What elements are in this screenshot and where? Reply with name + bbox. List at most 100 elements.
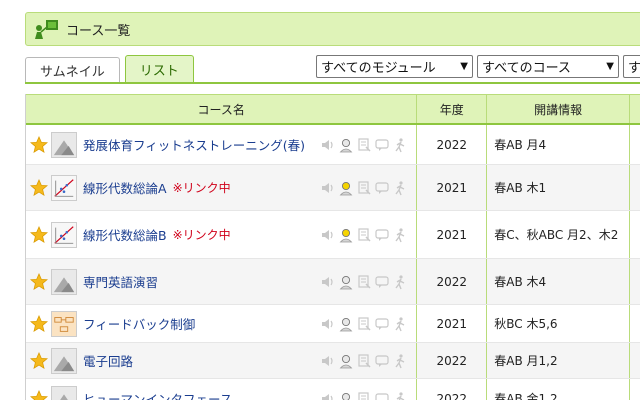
course-name-cell: ヒューマンインタフェース [26, 379, 418, 400]
table-body: 発展体育フィットネストレーニング(春) 2022 春AB 月4 線形代数総論A ※リンク… [26, 125, 640, 400]
course-name-link[interactable]: ヒューマンインタフェース [83, 389, 232, 400]
walking-person-icon[interactable] [392, 137, 408, 153]
walking-person-icon[interactable] [392, 316, 408, 332]
course-thumbnail[interactable] [51, 174, 77, 201]
course-thumbnail[interactable] [51, 385, 77, 400]
extra-cell [630, 259, 640, 304]
course-name-cell: 電子回路 [26, 343, 418, 378]
walking-person-icon[interactable] [392, 180, 408, 196]
favorite-star-icon[interactable] [29, 351, 49, 370]
speaker-icon[interactable] [320, 391, 336, 400]
course-thumbnail[interactable] [51, 268, 77, 295]
column-header-name[interactable]: コース名 [26, 95, 418, 123]
walking-person-icon[interactable] [392, 274, 408, 290]
year-cell: 2021 [417, 211, 488, 258]
chat-icon[interactable] [374, 137, 390, 153]
person-icon[interactable] [338, 180, 354, 196]
favorite-star-icon[interactable] [29, 389, 49, 400]
course-tool-icons [320, 180, 408, 196]
favorite-star-icon[interactable] [29, 272, 49, 291]
person-icon[interactable] [338, 137, 354, 153]
schedule-info-cell: 春AB 木1 [487, 165, 631, 210]
table-row[interactable]: 専門英語演習 2022 春AB 木4 [26, 259, 640, 305]
view-tabs: サムネイル リスト [25, 55, 199, 82]
person-icon[interactable] [338, 227, 354, 243]
tab-underline [25, 82, 640, 84]
year-cell: 2022 [417, 259, 488, 304]
document-edit-icon[interactable] [356, 391, 372, 400]
chat-icon[interactable] [374, 180, 390, 196]
chat-icon[interactable] [374, 391, 390, 400]
course-name-link[interactable]: 専門英語演習 [83, 272, 158, 291]
year-cell: 2022 [417, 379, 488, 400]
walking-person-icon[interactable] [392, 391, 408, 400]
year-cell: 2022 [417, 125, 488, 164]
extra-filter-select[interactable]: す [623, 55, 640, 78]
person-icon[interactable] [338, 391, 354, 400]
course-name-link[interactable]: フィードバック制御 [83, 314, 195, 333]
page-title: コース一覧 [66, 23, 131, 39]
course-list-icon [34, 18, 60, 40]
favorite-star-icon[interactable] [29, 225, 49, 244]
course-table: コース名 年度 開講情報 発展体育フィットネストレーニング(春) 2022 春AB … [25, 94, 640, 400]
person-icon[interactable] [338, 353, 354, 369]
chat-icon[interactable] [374, 316, 390, 332]
document-edit-icon[interactable] [356, 353, 372, 369]
tab-thumbnail[interactable]: サムネイル [25, 57, 120, 82]
course-tool-icons [320, 316, 408, 332]
document-edit-icon[interactable] [356, 316, 372, 332]
table-row[interactable]: ヒューマンインタフェース 2022 春AB 金1,2 [26, 379, 640, 400]
course-thumbnail[interactable] [51, 131, 77, 158]
favorite-star-icon[interactable] [29, 178, 49, 197]
table-row[interactable]: 発展体育フィットネストレーニング(春) 2022 春AB 月4 [26, 125, 640, 165]
schedule-info-cell: 春AB 金1,2 [487, 379, 631, 400]
chat-icon[interactable] [374, 227, 390, 243]
course-thumbnail[interactable] [51, 221, 77, 248]
speaker-icon[interactable] [320, 274, 336, 290]
speaker-icon[interactable] [320, 137, 336, 153]
document-edit-icon[interactable] [356, 180, 372, 196]
extra-cell [630, 125, 640, 164]
speaker-icon[interactable] [320, 227, 336, 243]
schedule-info-cell: 秋BC 木5,6 [487, 305, 631, 342]
course-name-link[interactable]: 発展体育フィットネストレーニング(春) [83, 135, 305, 154]
course-name-cell: フィードバック制御 [26, 305, 418, 342]
tab-list[interactable]: リスト [124, 55, 194, 82]
speaker-icon[interactable] [320, 316, 336, 332]
course-name-link[interactable]: 線形代数総論B [83, 225, 167, 244]
column-header-extra [630, 95, 640, 123]
course-thumbnail[interactable] [51, 347, 77, 374]
document-edit-icon[interactable] [356, 274, 372, 290]
speaker-icon[interactable] [320, 353, 336, 369]
document-edit-icon[interactable] [356, 227, 372, 243]
column-header-year[interactable]: 年度 [417, 95, 488, 123]
course-thumbnail[interactable] [51, 310, 77, 337]
course-filter-value: すべてのコース [482, 61, 571, 76]
course-tool-icons [320, 353, 408, 369]
module-filter-select[interactable]: すべてのモジュール ▼ [316, 55, 473, 78]
speaker-icon[interactable] [320, 180, 336, 196]
table-row[interactable]: フィードバック制御 2021 秋BC 木5,6 [26, 305, 640, 343]
course-tool-icons [320, 227, 408, 243]
chat-icon[interactable] [374, 353, 390, 369]
table-row[interactable]: 線形代数総論B ※リンク中 2021 春C、秋ABC 月2、木2 [26, 211, 640, 259]
course-tool-icons [320, 391, 408, 400]
table-row[interactable]: 電子回路 2022 春AB 月1,2 [26, 343, 640, 379]
walking-person-icon[interactable] [392, 227, 408, 243]
document-edit-icon[interactable] [356, 137, 372, 153]
table-row[interactable]: 線形代数総論A ※リンク中 2021 春AB 木1 [26, 165, 640, 211]
course-name-link[interactable]: 電子回路 [83, 351, 133, 370]
course-tool-icons [320, 274, 408, 290]
person-icon[interactable] [338, 274, 354, 290]
course-tool-icons [320, 137, 408, 153]
walking-person-icon[interactable] [392, 353, 408, 369]
favorite-star-icon[interactable] [29, 314, 49, 333]
column-header-info[interactable]: 開講情報 [487, 95, 631, 123]
extra-cell [630, 165, 640, 210]
course-name-link[interactable]: 線形代数総論A [83, 178, 167, 197]
favorite-star-icon[interactable] [29, 135, 49, 154]
course-name-cell: 発展体育フィットネストレーニング(春) [26, 125, 418, 164]
chat-icon[interactable] [374, 274, 390, 290]
course-filter-select[interactable]: すべてのコース ▼ [477, 55, 619, 78]
person-icon[interactable] [338, 316, 354, 332]
